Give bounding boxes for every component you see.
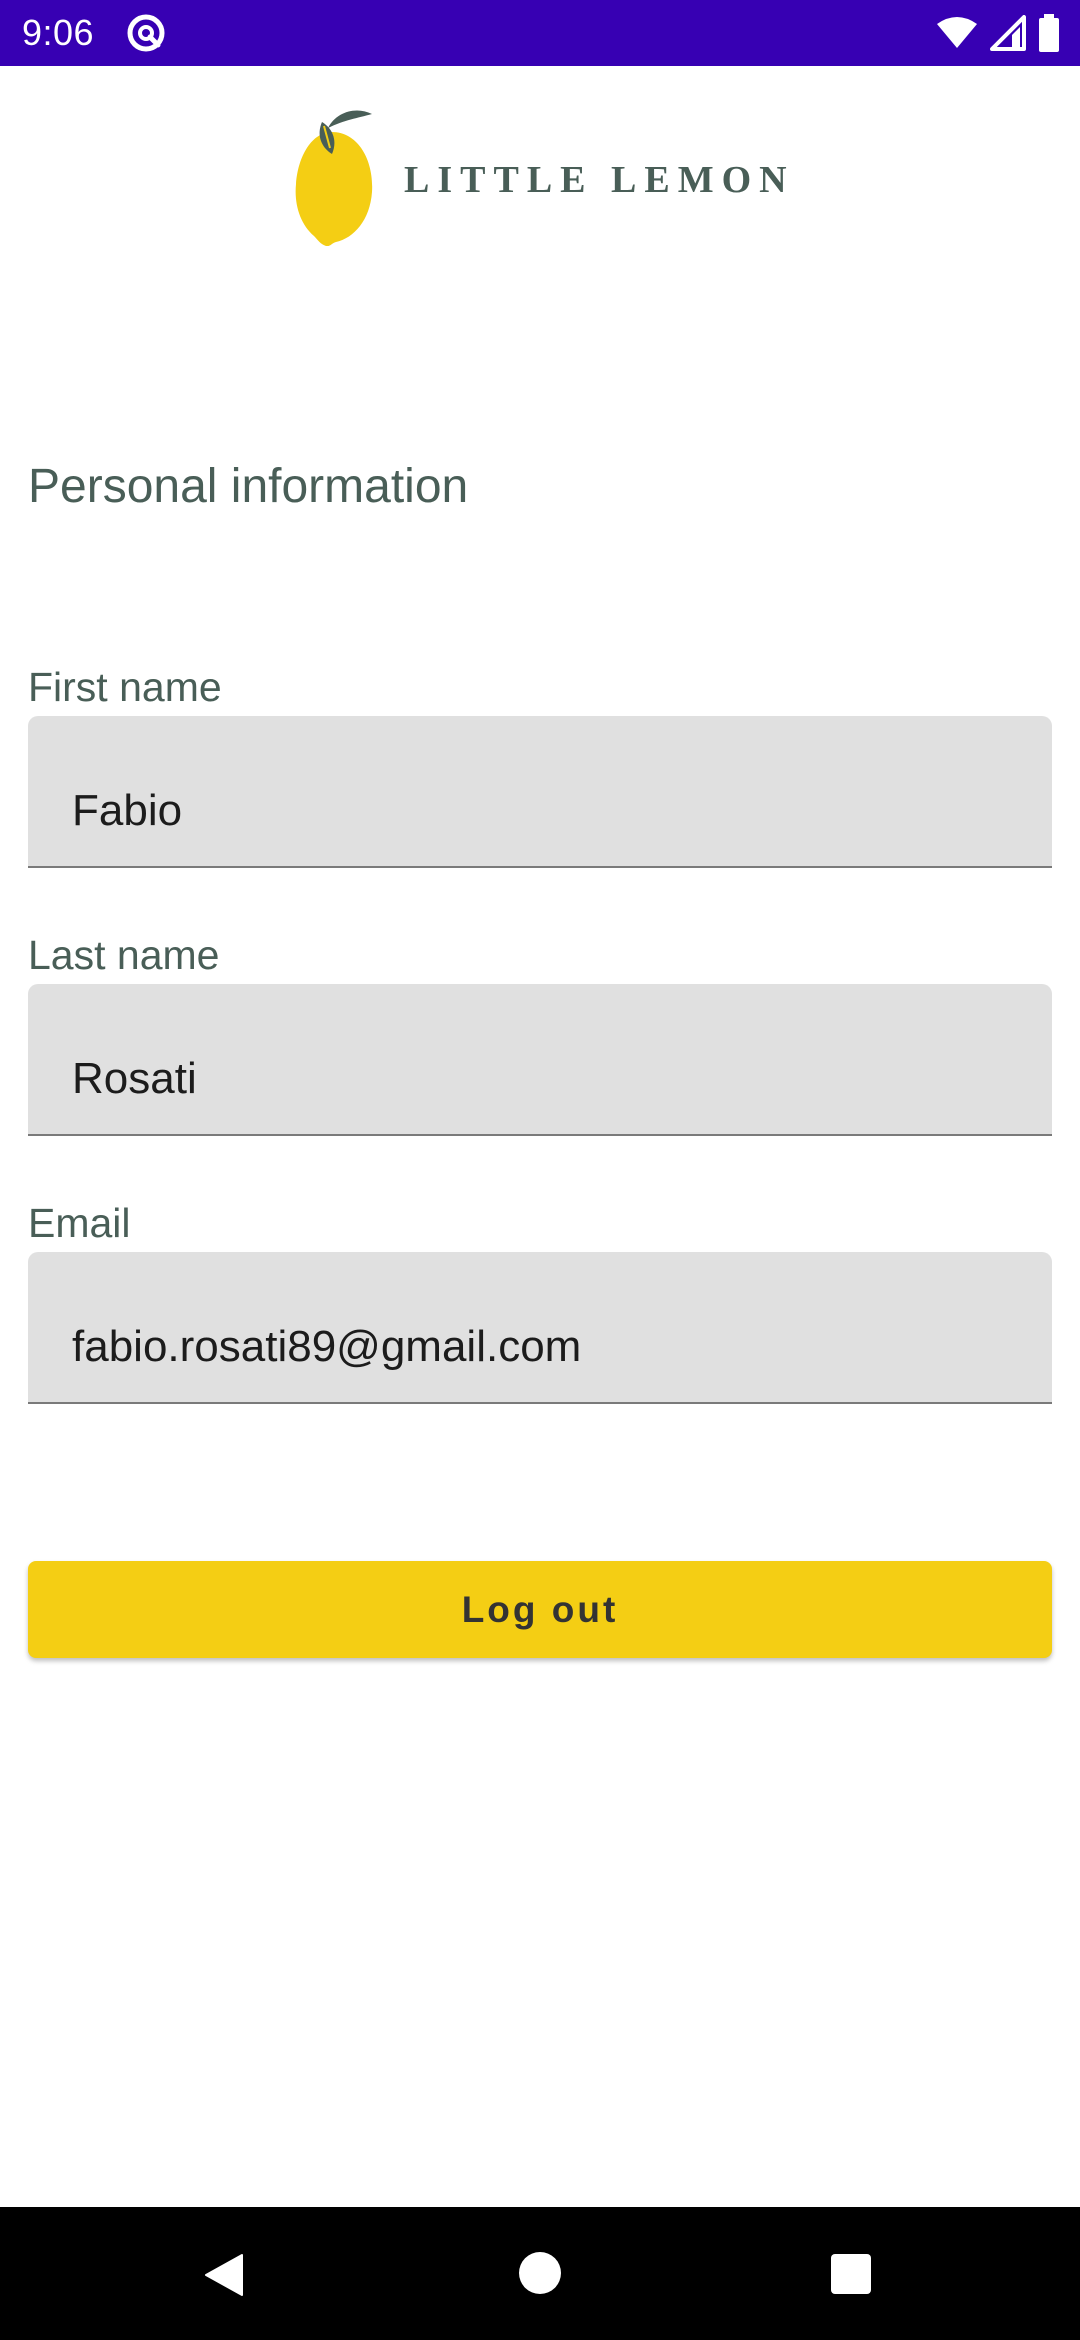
app-notification-icon [126, 13, 166, 53]
first-name-field[interactable]: Fabio [28, 716, 1052, 868]
last-name-value: Rosati [72, 1054, 197, 1103]
status-bar: 9:06 [0, 0, 1080, 66]
email-label: Email [28, 1200, 131, 1246]
first-name-value: Fabio [72, 786, 183, 835]
navigation-bar [0, 2207, 1080, 2340]
email-field[interactable]: fabio.rosati89@gmail.com [28, 1252, 1052, 1404]
email-value: fabio.rosati89@gmail.com [72, 1322, 582, 1371]
battery-icon [1038, 14, 1060, 52]
last-name-label: Last name [28, 932, 220, 978]
cellular-signal-icon [990, 15, 1026, 51]
page-title: Personal information [28, 460, 469, 513]
recents-icon[interactable] [830, 2253, 872, 2295]
brand-name: LITTLE LEMON [404, 159, 795, 201]
back-icon[interactable] [200, 2251, 248, 2299]
lemon-icon [292, 106, 378, 247]
app-header: LITTLE LEMON [0, 66, 1080, 256]
logout-button[interactable]: Log out [28, 1561, 1052, 1658]
home-icon[interactable] [518, 2251, 562, 2295]
first-name-label: First name [28, 664, 222, 710]
status-time: 9:06 [22, 12, 95, 53]
last-name-field[interactable]: Rosati [28, 984, 1052, 1136]
wifi-icon [936, 16, 978, 50]
status-icons [936, 13, 1060, 53]
